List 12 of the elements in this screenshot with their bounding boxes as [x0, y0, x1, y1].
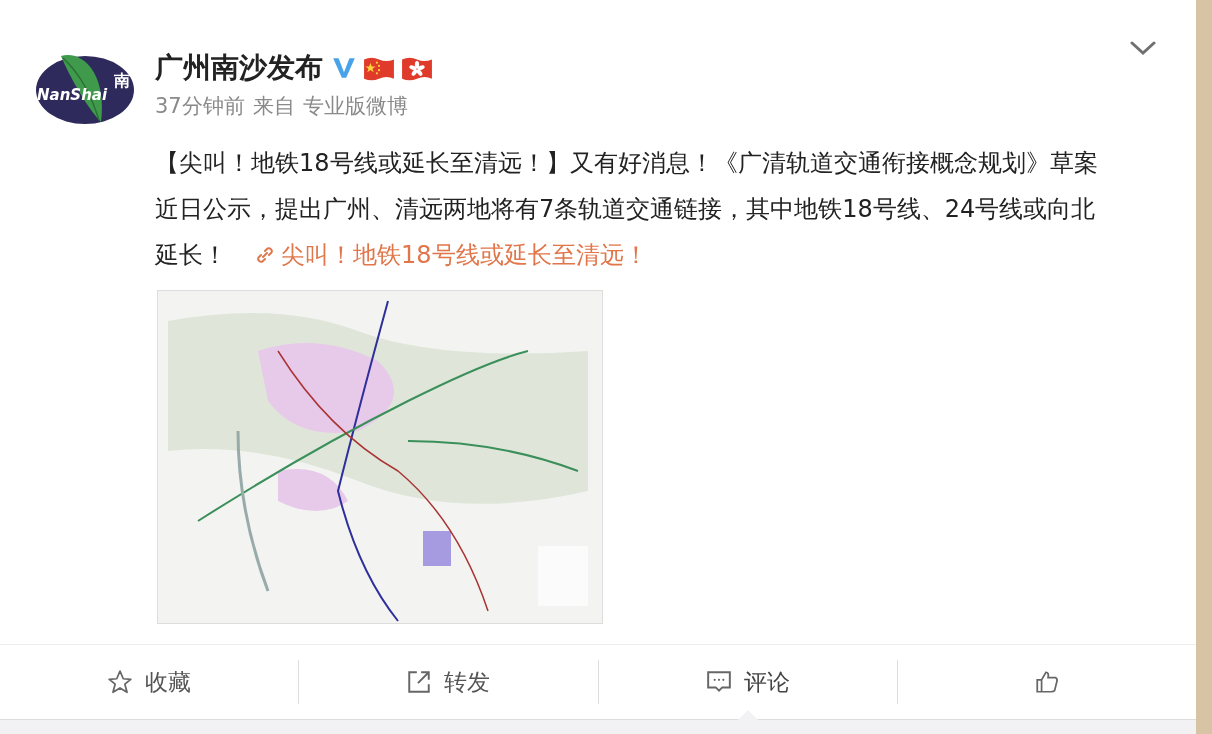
comment-icon — [705, 669, 732, 695]
thumbs-up-icon — [1033, 669, 1060, 695]
source-prefix: 来自 — [252, 93, 295, 120]
dropdown-chevron-icon[interactable] — [1130, 40, 1156, 56]
post-text: 【尖叫！地铁18号线或延长至清远！】又有好消息！《广清轨道交通衔接概念规划》草案近日公示，提出广州、清远两地将有7条轨道交通链接，其中地铁18号线、24号线或向北延长！ 尖叫！地铁18号线或延长至清远！ — [155, 148, 1099, 271]
china-flag-icon — [363, 55, 395, 81]
link-icon — [255, 245, 275, 265]
star-icon — [107, 669, 134, 695]
post-time: 37分钟前 — [155, 93, 245, 120]
hong-kong-flag-icon — [401, 55, 433, 81]
share-icon — [406, 669, 433, 695]
author-name[interactable]: 广州南沙发布 — [155, 49, 323, 87]
